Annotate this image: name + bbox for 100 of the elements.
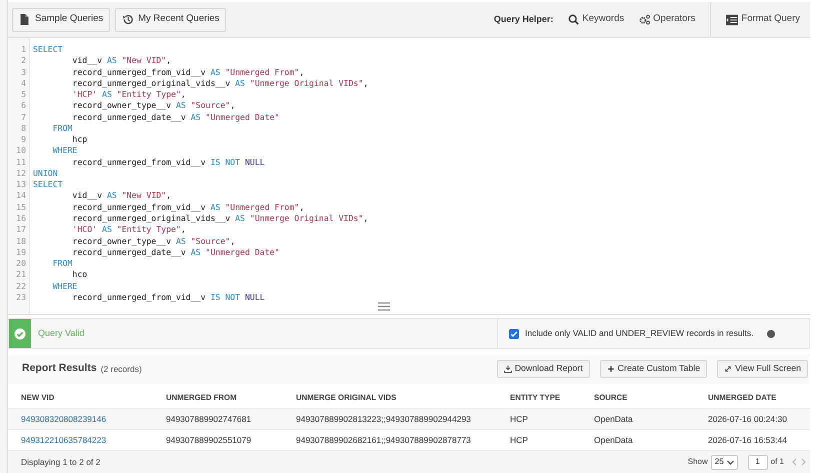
code-keyword: AS [235,212,245,224]
code-keyword: IS NOT [210,156,240,168]
line-number: 4 [20,78,26,90]
line-number: 11 [15,156,26,168]
code-text: vid__v [71,190,104,202]
line-number: 10 [15,145,26,157]
code-string: "New VID" [120,55,166,67]
line-number: 16 [15,212,26,224]
line-number: 12 [15,168,26,180]
code-string: "New VID" [120,190,166,202]
code-keyword: AS [176,100,186,112]
code-keyword: AS [210,66,220,78]
code-keyword: NULL [244,292,265,304]
line-number: 7 [20,112,26,123]
code-keyword: AS [190,112,201,123]
code-text: , [299,66,304,78]
line-number: 23 [15,292,26,304]
code-text: , [230,100,236,112]
expand-icon [724,365,732,373]
line-number: 13 [15,179,26,190]
code-string: "Unmerge Original VIDs" [248,212,364,224]
include-checkbox[interactable] [509,328,519,339]
line-number: 3 [20,66,26,78]
code-text: record_owner_type__v [71,236,172,247]
line-number: 9 [20,134,26,146]
pagination-summary: Displaying 1 to 2 of 2 [21,456,100,468]
code-keyword: SELECT [33,44,63,56]
code-keyword: IS NOT [210,292,240,304]
page-field[interactable]: 1 [748,454,768,470]
code-text: , [363,78,368,90]
code-keyword: UNION [33,168,58,180]
gears-icon [639,14,650,25]
code-string: "Unmerged From" [224,66,300,78]
code-string: "Unmerged From" [224,202,300,213]
code-text: record_owner_type__v [71,100,172,112]
line-number: 5 [20,89,26,100]
table-cell-text: HCP [510,434,529,446]
helper-button[interactable]: Operators [639,12,696,27]
code-text: record_unmerged_from_vid__v [71,292,207,304]
search-icon [568,14,580,25]
code-text: record_unmerged_from_vid__v [71,156,207,168]
plus-icon [606,365,615,373]
code-string: "Entity Type" [116,224,181,236]
code-text: record_unmerged_from_vid__v [71,66,207,78]
code-text: , [180,89,186,100]
history-icon [122,14,134,25]
code-text: record_unmerged_date__v [71,246,187,258]
code-keyword: AS [102,224,112,236]
format-icon [726,14,738,26]
line-number: 19 [15,246,26,258]
code-string: "Source" [190,100,230,112]
code-keyword: FROM [52,122,72,134]
table-cell-text: OpenData [594,434,634,446]
code-text: , [166,55,172,67]
results-button[interactable]: Download Report [496,360,590,378]
toolbar-button[interactable]: Sample Queries [12,8,110,32]
vid-link[interactable]: 949308320808239146 [21,412,166,426]
toolbar-button[interactable]: My Recent Queries [115,8,226,32]
line-number: 15 [15,202,26,213]
results-title: Report Results [22,361,97,376]
code-string: 'HCP' [71,89,98,100]
helper-label: Query Helper: [494,12,554,26]
code-keyword: FROM [52,258,72,270]
line-number: 22 [15,280,26,292]
document-icon [19,14,30,25]
table-cell-text: 949307889902551079 [166,434,252,446]
results-button[interactable]: View Full Screen [717,360,808,378]
format-query-button[interactable]: Format Query [726,12,800,27]
page-size-select[interactable]: 25 [710,454,738,470]
vid-link[interactable]: 949312210635784223 [21,434,166,446]
table-cell-text: 2026-07-16 16:53:44 [708,434,788,446]
code-keyword: AS [210,202,220,213]
code-text: , [166,190,172,202]
line-number: 14 [15,190,26,202]
code-keyword: NULL [244,156,265,168]
code-keyword: AS [176,236,186,247]
table-cell-text: HCP [510,412,529,426]
resize-handle-icon[interactable] [378,302,390,312]
page-total: of 1 [770,456,784,468]
table-cell-text: 2026-07-16 00:24:30 [708,412,788,426]
line-number: 18 [15,236,26,247]
code-text: record_unmerged_original_vids__v [71,212,232,224]
line-number: 21 [15,269,26,281]
show-label: Show [688,456,708,468]
code-keyword: AS [106,55,117,67]
code-keyword: AS [106,190,117,202]
info-icon[interactable] [766,330,774,338]
status-message: Query Valid [38,326,84,340]
code-text: , [299,202,304,213]
results-button[interactable]: Create Custom Table [600,360,708,378]
record-count: (2 records) [100,362,142,376]
code-keyword: AS [102,89,112,100]
helper-button[interactable]: Keywords [568,12,624,27]
line-number: 20 [15,258,26,270]
line-number: 2 [20,55,26,67]
code-text: , [230,236,236,247]
table-cell-text: OpenData [594,412,634,426]
code-text: hcp [71,134,88,146]
code-keyword: WHERE [52,280,78,292]
code-string: "Unmerged Date" [204,246,280,258]
